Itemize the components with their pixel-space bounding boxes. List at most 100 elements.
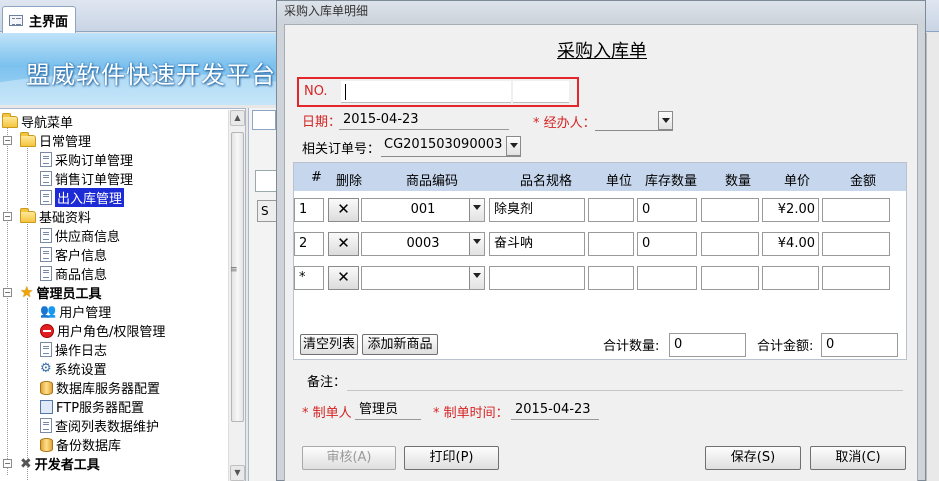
collapse-toggle[interactable]: − (3, 459, 12, 468)
nav-item-list-maint[interactable]: 查阅列表数据维护 (40, 416, 159, 435)
document-icon (40, 152, 52, 167)
nav-item-roles[interactable]: 用户角色/权限管理 (40, 321, 165, 340)
no-suffix-input[interactable] (513, 81, 569, 103)
collapse-toggle[interactable]: − (3, 136, 12, 145)
price-cell[interactable]: ¥2.00 (762, 198, 819, 222)
remark-label: 备注： (307, 375, 347, 390)
product-name-cell[interactable]: 奋斗呐 (489, 232, 585, 256)
no-input[interactable] (341, 81, 511, 103)
nav-item-user-mgmt[interactable]: 👥 用户管理 (40, 302, 111, 321)
chevron-down-icon[interactable] (658, 111, 673, 130)
nav-group-admin-tools[interactable]: ★ 管理员工具 (20, 283, 101, 303)
print-button[interactable]: 打印(P) (404, 446, 499, 470)
total-qty-field[interactable]: 0 (669, 333, 746, 357)
price-cell[interactable] (762, 266, 819, 290)
product-code-select[interactable]: 0003 (361, 232, 485, 256)
unit-cell[interactable] (588, 266, 634, 290)
document-icon (40, 190, 52, 205)
delete-row-button[interactable]: ✕ (328, 266, 359, 290)
nav-item-sales-orders[interactable]: 销售订单管理 (40, 169, 133, 188)
tab-main[interactable]: 主界面 (2, 6, 76, 33)
nav-group-daily[interactable]: 日常管理 (20, 131, 91, 150)
settings-icon: ⚙ (40, 361, 52, 376)
audit-button[interactable]: 审核(A) (302, 446, 396, 470)
amount-cell[interactable] (822, 198, 890, 222)
chevron-down-icon[interactable] (469, 233, 484, 255)
platform-banner: 盟威软件快速开发平台 (0, 33, 276, 105)
nav-group-dev-tools[interactable]: ✖ 开发者工具 (20, 454, 100, 474)
product-code-select[interactable] (361, 266, 485, 290)
scroll-down-icon[interactable]: ▼ (230, 465, 245, 481)
nav-item-suppliers[interactable]: 供应商信息 (40, 226, 120, 245)
date-field[interactable]: 2015-04-23 (339, 111, 509, 130)
nav-root[interactable]: 导航菜单 (2, 112, 73, 131)
dialog-body: 采购入库单 NO. 日期： 2015-04-23 * 经办人： 相关订单号： C… (284, 24, 918, 481)
make-time-label: * 制单时间： (433, 406, 509, 421)
delete-row-button[interactable]: ✕ (328, 232, 359, 256)
document-icon (40, 171, 52, 186)
handler-select[interactable] (595, 111, 673, 131)
nav-item-sys-settings[interactable]: ⚙ 系统设置 (40, 359, 107, 378)
form-tab[interactable] (252, 110, 276, 130)
nav-group-basic[interactable]: 基础资料 (20, 207, 91, 226)
clear-list-button[interactable]: 清空列表 (300, 334, 358, 355)
col-header-number: # (311, 170, 322, 185)
collapse-toggle[interactable]: − (3, 212, 12, 221)
chevron-down-icon[interactable] (469, 199, 484, 221)
dialog-title[interactable]: 采购入库单明细 (277, 1, 925, 23)
maker-label: * 制单人 (302, 406, 352, 421)
stock-cell[interactable]: 0 (637, 198, 697, 222)
stock-cell[interactable]: 0 (637, 232, 697, 256)
background-button[interactable]: S (257, 200, 277, 222)
qty-cell[interactable] (701, 266, 759, 290)
product-name-cell[interactable] (489, 266, 585, 290)
nav-item-purchase-orders[interactable]: 采购订单管理 (40, 150, 133, 169)
nav-item-backup[interactable]: 备份数据库 (40, 435, 121, 454)
nav-item-op-log[interactable]: 操作日志 (40, 340, 107, 359)
handler-label: * 经办人： (533, 116, 596, 131)
delete-row-button[interactable]: ✕ (328, 198, 359, 222)
scrollbar-thumb[interactable] (231, 132, 244, 422)
nav-scrollbar[interactable]: ▲ ▼ (228, 110, 245, 481)
no-label: NO. (304, 84, 328, 99)
remark-field[interactable] (347, 390, 903, 391)
form-title: 采购入库单 (557, 41, 647, 62)
qty-cell[interactable] (701, 198, 759, 222)
total-amount-field[interactable]: 0 (821, 333, 898, 357)
unit-cell[interactable] (588, 198, 634, 222)
amount-cell[interactable] (822, 232, 890, 256)
nav-item-db-server[interactable]: 数据库服务器配置 (40, 378, 160, 397)
nav-item-ftp-server[interactable]: FTP服务器配置 (40, 397, 144, 416)
add-product-button[interactable]: 添加新商品 (362, 334, 438, 355)
row-number[interactable]: 1 (294, 198, 324, 222)
folder-open-icon (20, 131, 36, 147)
stock-cell[interactable] (637, 266, 697, 290)
unit-cell[interactable] (588, 232, 634, 256)
collapse-toggle[interactable]: − (3, 288, 12, 297)
chevron-down-icon[interactable] (469, 267, 484, 289)
order-select[interactable]: CG201503090003 (381, 136, 521, 157)
scroll-up-icon[interactable]: ▲ (230, 110, 245, 126)
nav-item-products[interactable]: 商品信息 (40, 264, 107, 283)
price-cell[interactable]: ¥4.00 (762, 232, 819, 256)
product-name-cell[interactable]: 除臭剂 (489, 198, 585, 222)
chevron-down-icon[interactable] (506, 136, 521, 156)
product-code-select[interactable]: 001 (361, 198, 485, 222)
cancel-button[interactable]: 取消(C) (810, 446, 906, 470)
amount-cell[interactable] (822, 266, 890, 290)
background-window-edge (926, 33, 939, 481)
maker-field[interactable]: 管理员 (355, 401, 421, 420)
row-number[interactable]: 2 (294, 232, 324, 256)
col-header-price: 单价 (784, 174, 811, 189)
ftp-icon (40, 399, 53, 414)
qty-cell[interactable] (701, 232, 759, 256)
make-time-field[interactable]: 2015-04-23 (511, 401, 599, 420)
row-number[interactable]: * (294, 266, 324, 290)
col-header-stock: 库存数量 (645, 174, 698, 189)
splitter-grip[interactable]: ≡ (230, 265, 238, 275)
background-field[interactable] (255, 170, 277, 192)
save-button[interactable]: 保存(S) (705, 446, 801, 470)
nav-item-stock-io[interactable]: 出入库管理 (40, 188, 125, 207)
nav-item-customers[interactable]: 客户信息 (40, 245, 107, 264)
col-header-amount: 金额 (850, 174, 877, 189)
